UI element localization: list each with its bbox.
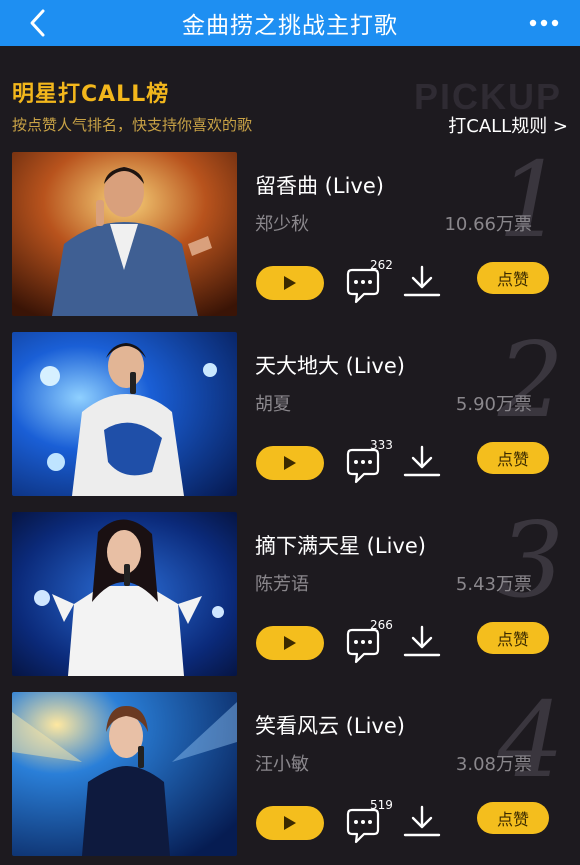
rank-number: 1 — [497, 139, 564, 261]
comment-bubble-icon — [346, 448, 380, 484]
top-bar: 金曲捞之挑战主打歌 — [0, 0, 580, 46]
section-header: PICKUP 明星打CALL榜 按点赞人气排名，快支持你喜欢的歌 打CALL规则… — [0, 46, 580, 148]
rank-number: 4 — [497, 679, 564, 801]
download-icon — [403, 805, 441, 837]
comment-count: 333 — [370, 438, 393, 452]
like-button[interactable]: 点赞 — [477, 802, 549, 834]
list-item: 2 天大地大 (Live) 胡夏 5.90万票 333 点赞 — [0, 328, 580, 508]
like-button[interactable]: 点赞 — [477, 262, 549, 294]
like-button[interactable]: 点赞 — [477, 622, 549, 654]
back-button[interactable] — [22, 6, 52, 40]
comment-bubble-icon — [346, 268, 380, 304]
play-icon — [284, 816, 296, 830]
comment-button[interactable]: 262 — [344, 258, 400, 304]
comment-count: 266 — [370, 618, 393, 632]
artist-name: 胡夏 — [255, 394, 291, 415]
comment-button[interactable]: 333 — [344, 438, 400, 484]
like-button[interactable]: 点赞 — [477, 442, 549, 474]
download-button[interactable] — [402, 444, 442, 480]
artist-name: 郑少秋 — [255, 214, 309, 235]
song-thumbnail[interactable] — [12, 332, 237, 496]
song-title[interactable]: 摘下满天星 (Live) — [255, 530, 426, 560]
more-dots-icon — [529, 19, 559, 27]
play-icon — [284, 456, 296, 470]
artist-name: 陈芳语 — [255, 574, 309, 595]
rank-number: 3 — [497, 499, 564, 621]
song-title[interactable]: 天大地大 (Live) — [255, 350, 405, 380]
comment-button[interactable]: 519 — [344, 798, 400, 844]
page-title: 金曲捞之挑战主打歌 — [182, 13, 398, 39]
play-button[interactable] — [256, 266, 324, 300]
comment-bubble-icon — [346, 628, 380, 664]
list-item: 4 笑看风云 (Live) 汪小敏 3.08万票 519 点赞 — [0, 688, 580, 865]
vote-count: 5.90万票 — [455, 394, 532, 415]
comment-button[interactable]: 266 — [344, 618, 400, 664]
play-button[interactable] — [256, 806, 324, 840]
chevron-left-icon — [30, 9, 45, 37]
download-button[interactable] — [402, 624, 442, 660]
song-thumbnail[interactable] — [12, 152, 237, 316]
download-button[interactable] — [402, 804, 442, 840]
comment-count: 519 — [370, 798, 393, 812]
download-icon — [403, 625, 441, 657]
song-title[interactable]: 笑看风云 (Live) — [255, 710, 405, 740]
download-icon — [403, 265, 441, 297]
more-button[interactable] — [526, 9, 562, 37]
download-icon — [403, 445, 441, 477]
artist-name: 汪小敏 — [255, 754, 309, 775]
comment-count: 262 — [370, 258, 393, 272]
section-title: 明星打CALL榜 — [12, 82, 170, 107]
vote-count: 3.08万票 — [455, 754, 532, 775]
play-icon — [284, 636, 296, 650]
song-thumbnail[interactable] — [12, 512, 237, 676]
comment-bubble-icon — [346, 808, 380, 844]
rank-number: 2 — [497, 319, 564, 441]
section-subtitle: 按点赞人气排名，快支持你喜欢的歌 — [12, 116, 253, 134]
play-icon — [284, 276, 296, 290]
performer-photo-image — [12, 692, 237, 856]
vote-count: 10.66万票 — [444, 214, 532, 235]
play-button[interactable] — [256, 446, 324, 480]
performer-photo-image — [12, 512, 237, 676]
song-thumbnail[interactable] — [12, 692, 237, 856]
song-title[interactable]: 留香曲 (Live) — [255, 170, 384, 200]
list-item: 3 摘下满天星 (Live) 陈芳语 5.43万票 266 点赞 — [0, 508, 580, 688]
performer-photo-image — [12, 152, 237, 316]
performer-photo-image — [12, 332, 237, 496]
play-button[interactable] — [256, 626, 324, 660]
ranking-list: 1 留香曲 (Live) 郑少秋 10.66万票 262 点赞 2 天大地大 (… — [0, 148, 580, 865]
download-button[interactable] — [402, 264, 442, 300]
rules-link[interactable]: 打CALL规则 > — [448, 112, 568, 138]
vote-count: 5.43万票 — [455, 574, 532, 595]
list-item: 1 留香曲 (Live) 郑少秋 10.66万票 262 点赞 — [0, 148, 580, 328]
